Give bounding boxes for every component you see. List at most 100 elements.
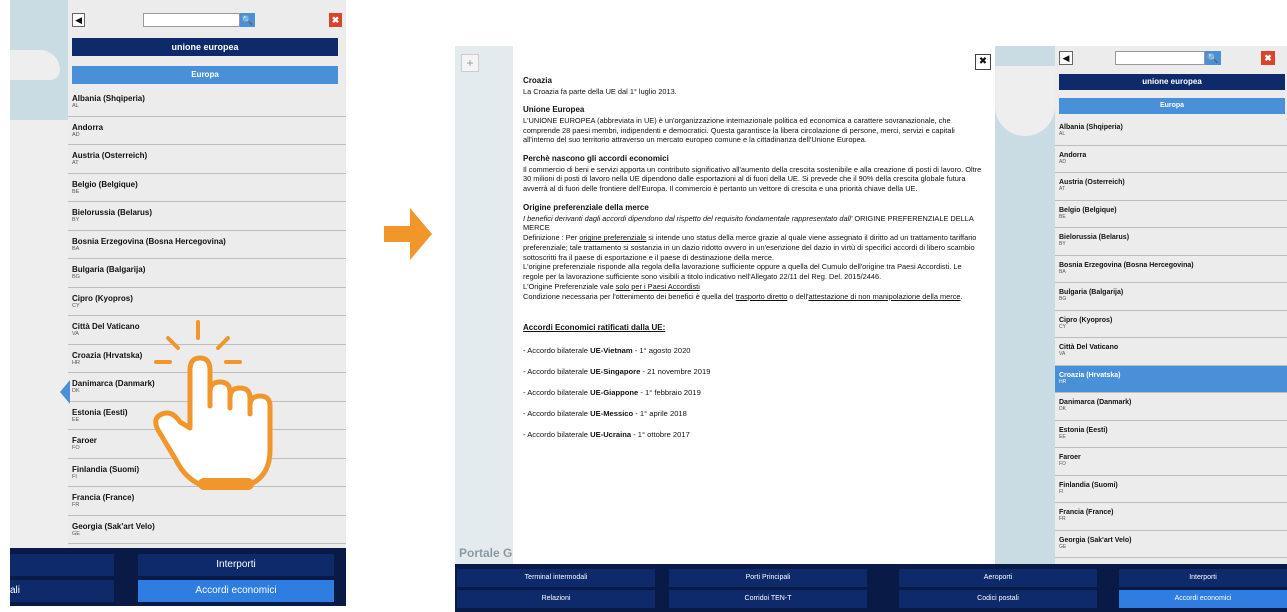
country-item[interactable]: Croazia (Hrvatska) HR <box>1055 365 1287 393</box>
agreement-partner: UE-Singapore <box>590 367 641 376</box>
section-title: Perchè nascono gli accordi economici <box>523 154 669 164</box>
nav-button[interactable]: Porti Principali <box>669 569 867 587</box>
nav-interporti[interactable]: Interporti <box>138 554 334 576</box>
country-item[interactable]: Bielorussia (Belarus) BY <box>68 202 346 231</box>
agreement-prefix: - Accordo bilaterale <box>523 430 591 440</box>
country-item[interactable]: Bielorussia (Belarus) BY <box>1055 228 1287 256</box>
continent-tab[interactable]: Europa <box>1059 98 1285 114</box>
country-code: HR <box>1059 378 1067 385</box>
country-item[interactable]: Andorra AD <box>68 117 346 145</box>
popup-close-button[interactable]: ✖ <box>975 54 991 70</box>
link-origine-preferenziale[interactable]: origine preferenziale <box>579 233 646 242</box>
section-body: La Croazia fa parte della UE dal 1° lugl… <box>523 86 677 96</box>
country-code: AD <box>1059 158 1066 165</box>
search-input[interactable] <box>143 13 241 27</box>
nav-button[interactable]: Corridoi TEN-T <box>669 590 867 608</box>
agreement-item: - Accordo bilaterale UE-Messico - 1° apr… <box>523 409 983 419</box>
country-code: EE <box>1059 433 1066 440</box>
search-bar: ◀ 🔍 ✖ <box>1059 48 1287 68</box>
country-name: Georgia (Sak'art Velo) <box>1059 536 1132 544</box>
country-item[interactable]: Georgia (Sak'art Velo) GE <box>1055 531 1287 558</box>
country-item[interactable]: Georgia (Sak'art Velo) GE <box>68 516 346 544</box>
country-name: Austria (Osterreich) <box>72 151 148 160</box>
nav-left-partial[interactable] <box>10 554 114 576</box>
agreement-date: - 1° agosto 2020 <box>632 345 691 355</box>
nav-button[interactable]: Terminal intermodali <box>457 569 655 587</box>
country-item[interactable]: Estonia (Eesti) EE <box>1055 421 1287 448</box>
country-name: Belgio (Belgique) <box>1059 206 1117 214</box>
close-icon[interactable]: ✖ <box>1261 51 1275 65</box>
country-item[interactable]: Bulgaria (Balgarija) BG <box>1055 283 1287 311</box>
region-header[interactable]: unione europea <box>72 38 338 56</box>
right-app-screenshot: + Portale G ✖ Croazia La Croazia fa part… <box>455 46 1287 612</box>
region-header[interactable]: unione europea <box>1059 74 1285 90</box>
agreement-item: - Accordo bilaterale UE-Singapore - 21 n… <box>523 367 983 377</box>
country-item[interactable]: Bosnia Erzegovina (Bosna Hercegovina) BA <box>68 231 346 259</box>
country-item[interactable]: Faroer FO <box>1055 448 1287 476</box>
agreement-date: - 1° ottobre 2017 <box>631 430 690 440</box>
nav-button[interactable]: Aeroporti <box>899 569 1097 587</box>
search-bar: ◀ 🔍 ✖ <box>72 10 343 30</box>
country-item[interactable]: Belgio (Belgique) BE <box>68 174 346 202</box>
country-code: BG <box>1059 296 1067 302</box>
close-icon[interactable]: ✖ <box>328 13 343 27</box>
country-name: Andorra <box>1059 151 1087 159</box>
country-name: Faroer <box>1059 454 1081 461</box>
country-code: BG <box>72 274 80 280</box>
country-sidebar: ◀ 🔍 ✖ unione europea Europa Albania (Shq… <box>1055 46 1287 564</box>
nav-button[interactable]: Interporti <box>1119 569 1287 587</box>
link-attestazione[interactable]: attestazione di non manipolazione della … <box>809 292 961 301</box>
country-name: Albania (Shqiperia) <box>72 94 145 103</box>
zoom-in-button[interactable]: + <box>461 54 479 72</box>
map-landmass <box>10 50 60 80</box>
link-trasporto-diretto[interactable]: trasporto diretto <box>736 292 788 301</box>
country-code: BY <box>1059 241 1066 247</box>
section-body: Il commercio di beni e servizi apporta u… <box>523 164 982 194</box>
agreement-date: - 1° febbraio 2019 <box>638 388 701 398</box>
arrow-right-icon <box>384 208 432 260</box>
country-item[interactable]: Bosnia Erzegovina (Bosna Hercegovina) BA <box>1055 256 1287 283</box>
agreement-prefix: - Accordo bilaterale <box>523 367 591 376</box>
country-item[interactable]: Albania (Shqiperia) AL <box>68 88 346 117</box>
condition-end: . <box>960 291 963 301</box>
country-item[interactable]: Città Del Vaticano VA <box>1055 338 1287 366</box>
country-item[interactable]: Albania (Shqiperia) AL <box>1055 118 1287 146</box>
portale-label: Portale G <box>459 546 513 560</box>
popup-content: Croazia La Croazia fa parte della UE dal… <box>523 76 983 451</box>
hand-tap-icon <box>153 320 273 490</box>
country-item[interactable]: Andorra AD <box>1055 146 1287 173</box>
search-input[interactable] <box>1115 51 1205 65</box>
link-paesi-accordisti[interactable]: solo per i Paesi Accordisti <box>616 282 700 291</box>
nav-button[interactable]: Codici postali <box>899 590 1097 608</box>
nav-accordi-economici[interactable]: Accordi economici <box>138 580 334 602</box>
country-name: Bielorussia (Belarus) <box>1059 234 1130 241</box>
country-code: CY <box>72 302 80 309</box>
agreement-prefix: - Accordo bilaterale <box>523 409 591 419</box>
back-arrow-icon[interactable]: ◀ <box>1059 51 1073 65</box>
condition-mid: o dell' <box>787 291 809 301</box>
country-item[interactable]: Austria (Osterreich) AT <box>68 145 346 174</box>
nav-button[interactable]: Relazioni <box>457 590 655 608</box>
country-name: Bielorussia (Belarus) <box>72 208 153 217</box>
map-landmass <box>995 66 1055 136</box>
nav-left-partial-label[interactable]: ali <box>10 580 114 602</box>
country-item[interactable]: Cipro (Kyopros) CY <box>1055 311 1287 338</box>
country-item[interactable]: Belgio (Belgique) BE <box>1055 201 1287 228</box>
country-item[interactable]: Danimarca (Danmark) DK <box>1055 393 1287 421</box>
selection-pointer <box>60 380 70 404</box>
country-item[interactable]: Austria (Osterreich) AT <box>1055 173 1287 201</box>
country-item[interactable]: Francia (France) FR <box>1055 503 1287 531</box>
country-item[interactable]: Bulgaria (Balgarija) BG <box>68 259 346 288</box>
country-code: FI <box>1059 488 1064 495</box>
search-icon[interactable]: 🔍 <box>1205 51 1221 65</box>
country-name: Bulgaria (Balgarija) <box>72 265 146 274</box>
country-code: BE <box>1059 213 1066 220</box>
continent-tab[interactable]: Europa <box>72 66 338 84</box>
agreement-item: - Accordo bilaterale UE-Vietnam - 1° ago… <box>523 346 983 356</box>
back-arrow-icon[interactable]: ◀ <box>72 13 86 27</box>
country-name: Cipro (Kyopros) <box>72 293 133 303</box>
country-item[interactable]: Finlandia (Suomi) FI <box>1055 476 1287 503</box>
definition-prefix: Definizione : Per <box>523 233 580 243</box>
nav-button[interactable]: Accordi economici <box>1119 590 1287 608</box>
search-icon[interactable]: 🔍 <box>240 13 255 27</box>
